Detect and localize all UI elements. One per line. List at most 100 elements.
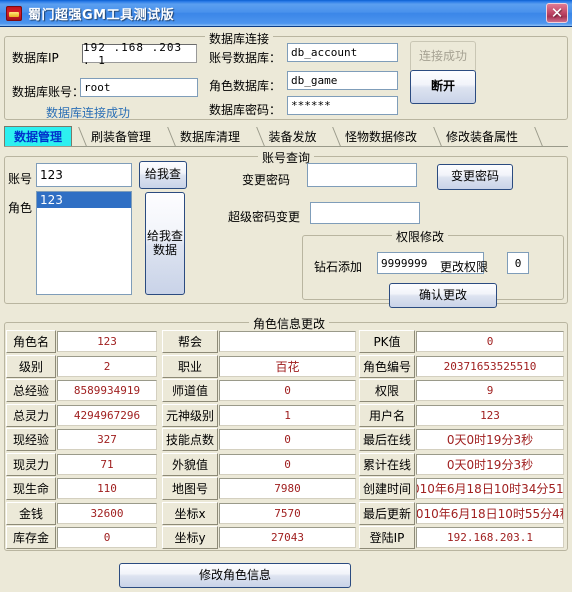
- db-status-text: 数据库连接成功: [46, 106, 131, 120]
- query-button[interactable]: 给我查: [139, 161, 187, 189]
- tab-equipment-attributes[interactable]: 修改装备属性: [437, 126, 527, 146]
- tab-underline: [4, 146, 568, 147]
- connect-button: 连接成功: [410, 41, 476, 73]
- info-value-cell[interactable]: 2010年6月18日10时55分4秒: [416, 503, 564, 524]
- db-password-label: 数据库密码：: [209, 103, 282, 117]
- account-label: 账号: [8, 172, 33, 186]
- close-icon[interactable]: ✕: [546, 3, 568, 23]
- tab-data-management[interactable]: 数据管理: [4, 126, 72, 146]
- info-value-cell[interactable]: 71: [57, 454, 157, 475]
- info-key-cell: 角色名: [6, 330, 56, 353]
- info-key-cell: 角色编号: [359, 355, 415, 378]
- info-key-cell: 师道值: [162, 379, 218, 402]
- info-key-cell: 职业: [162, 355, 218, 378]
- info-value-cell[interactable]: 27043: [219, 527, 356, 548]
- role-db-input[interactable]: db_game: [287, 71, 398, 90]
- info-key-cell: 帮会: [162, 330, 218, 353]
- info-value-cell[interactable]: 1: [219, 405, 356, 426]
- info-key-cell: 总经验: [6, 379, 56, 402]
- info-key-cell: 现经验: [6, 428, 56, 451]
- info-value-cell[interactable]: 2010年6月18日10时34分51秒: [416, 478, 564, 499]
- info-value-cell[interactable]: 0: [57, 527, 157, 548]
- info-key-cell: 总灵力: [6, 404, 56, 427]
- info-value-cell[interactable]: 0: [219, 454, 356, 475]
- info-key-cell: 现生命: [6, 477, 56, 500]
- info-key-cell: 最后在线: [359, 428, 415, 451]
- diamond-label: 钻石添加: [314, 260, 363, 274]
- list-item[interactable]: 123: [37, 192, 131, 208]
- tab-monster-data-edit[interactable]: 怪物数据修改: [336, 126, 426, 146]
- info-key-cell: 权限: [359, 379, 415, 402]
- info-key-cell: 金钱: [6, 502, 56, 525]
- db-password-input[interactable]: ******: [287, 96, 398, 115]
- info-value-cell[interactable]: 20371653525510: [416, 356, 564, 377]
- title-bar: 蜀门超强GM工具测试版 ✕: [0, 0, 572, 27]
- info-key-cell: 库存金: [6, 526, 56, 549]
- info-value-cell[interactable]: 0: [416, 331, 564, 352]
- info-value-cell[interactable]: 0天0时19分3秒: [416, 429, 564, 450]
- db-user-label: 数据库账号：: [12, 85, 85, 99]
- tab-equipment-management[interactable]: 刷装备管理: [82, 126, 160, 146]
- app-icon: [6, 5, 22, 21]
- role-info-group-title: 角色信息更改: [249, 315, 330, 332]
- info-key-cell: 最后更新: [359, 502, 415, 525]
- account-query-group-title: 账号查询: [258, 149, 315, 166]
- info-value-cell[interactable]: 4294967296: [57, 405, 157, 426]
- info-value-cell[interactable]: 110: [57, 478, 157, 499]
- account-db-label: 账号数据库：: [209, 51, 282, 65]
- tab-equipment-grant[interactable]: 装备发放: [260, 126, 325, 146]
- db-connection-group-title: 数据库连接: [205, 30, 274, 47]
- info-key-cell: 登陆IP: [359, 526, 415, 549]
- info-key-cell: 技能点数: [162, 428, 218, 451]
- info-value-cell[interactable]: 7570: [219, 503, 356, 524]
- tab-db-cleanup[interactable]: 数据库清理: [171, 126, 249, 146]
- info-key-cell: PK值: [359, 330, 415, 353]
- super-password-input[interactable]: [310, 202, 420, 224]
- info-value-cell[interactable]: 0天0时19分3秒: [416, 454, 564, 475]
- info-value-cell[interactable]: 327: [57, 429, 157, 450]
- role-listbox[interactable]: 123: [36, 191, 132, 295]
- info-value-cell[interactable]: [219, 331, 356, 352]
- db-user-input[interactable]: root: [80, 78, 198, 97]
- info-value-cell[interactable]: 32600: [57, 503, 157, 524]
- info-key-cell: 创建时间: [359, 477, 415, 500]
- info-value-cell[interactable]: 7980: [219, 478, 356, 499]
- info-key-cell: 坐标x: [162, 502, 218, 525]
- info-value-cell[interactable]: 192.168.203.1: [416, 527, 564, 548]
- info-key-cell: 现灵力: [6, 453, 56, 476]
- super-password-label: 超级密码变更: [228, 210, 301, 224]
- info-value-cell[interactable]: 百花: [219, 356, 356, 377]
- db-ip-input[interactable]: 192 .168 .203 . 1: [82, 41, 197, 67]
- db-ip-label: 数据库IP: [12, 51, 59, 65]
- application-window: 蜀门超强GM工具测试版 ✕ 数据库连接 数据库IP 192 .168 .203 …: [0, 0, 572, 592]
- save-role-info-button[interactable]: 修改角色信息: [119, 563, 351, 588]
- info-value-cell[interactable]: 2: [57, 356, 157, 377]
- account-input[interactable]: 123: [36, 163, 132, 187]
- info-key-cell: 累计在线: [359, 453, 415, 476]
- auth-label: 更改权限: [440, 260, 489, 274]
- change-password-button[interactable]: 变更密码: [437, 164, 513, 190]
- role-label: 角色: [8, 201, 33, 215]
- info-value-cell[interactable]: 123: [57, 331, 157, 352]
- permission-group-title: 权限修改: [392, 228, 449, 245]
- info-key-cell: 地图号: [162, 477, 218, 500]
- change-password-label: 变更密码: [242, 173, 291, 187]
- info-key-cell: 元神级别: [162, 404, 218, 427]
- info-key-cell: 坐标y: [162, 526, 218, 549]
- window-title: 蜀门超强GM工具测试版: [28, 7, 175, 23]
- info-value-cell[interactable]: 9: [416, 380, 564, 401]
- info-value-cell[interactable]: 0: [219, 380, 356, 401]
- info-value-cell[interactable]: 0: [219, 429, 356, 450]
- info-key-cell: 用户名: [359, 404, 415, 427]
- auth-input[interactable]: 0: [507, 252, 529, 274]
- confirm-change-button[interactable]: 确认更改: [389, 283, 497, 308]
- change-password-input[interactable]: [307, 163, 417, 187]
- role-db-label: 角色数据库：: [209, 79, 282, 93]
- query-data-button-line2: 数据: [152, 242, 177, 257]
- disconnect-button[interactable]: 断开: [410, 70, 476, 104]
- account-db-input[interactable]: db_account: [287, 43, 398, 62]
- query-data-button-line1: 给我查: [146, 228, 183, 243]
- query-data-button[interactable]: 给我查 数据: [145, 192, 185, 295]
- info-value-cell[interactable]: 123: [416, 405, 564, 426]
- info-value-cell[interactable]: 8589934919: [57, 380, 157, 401]
